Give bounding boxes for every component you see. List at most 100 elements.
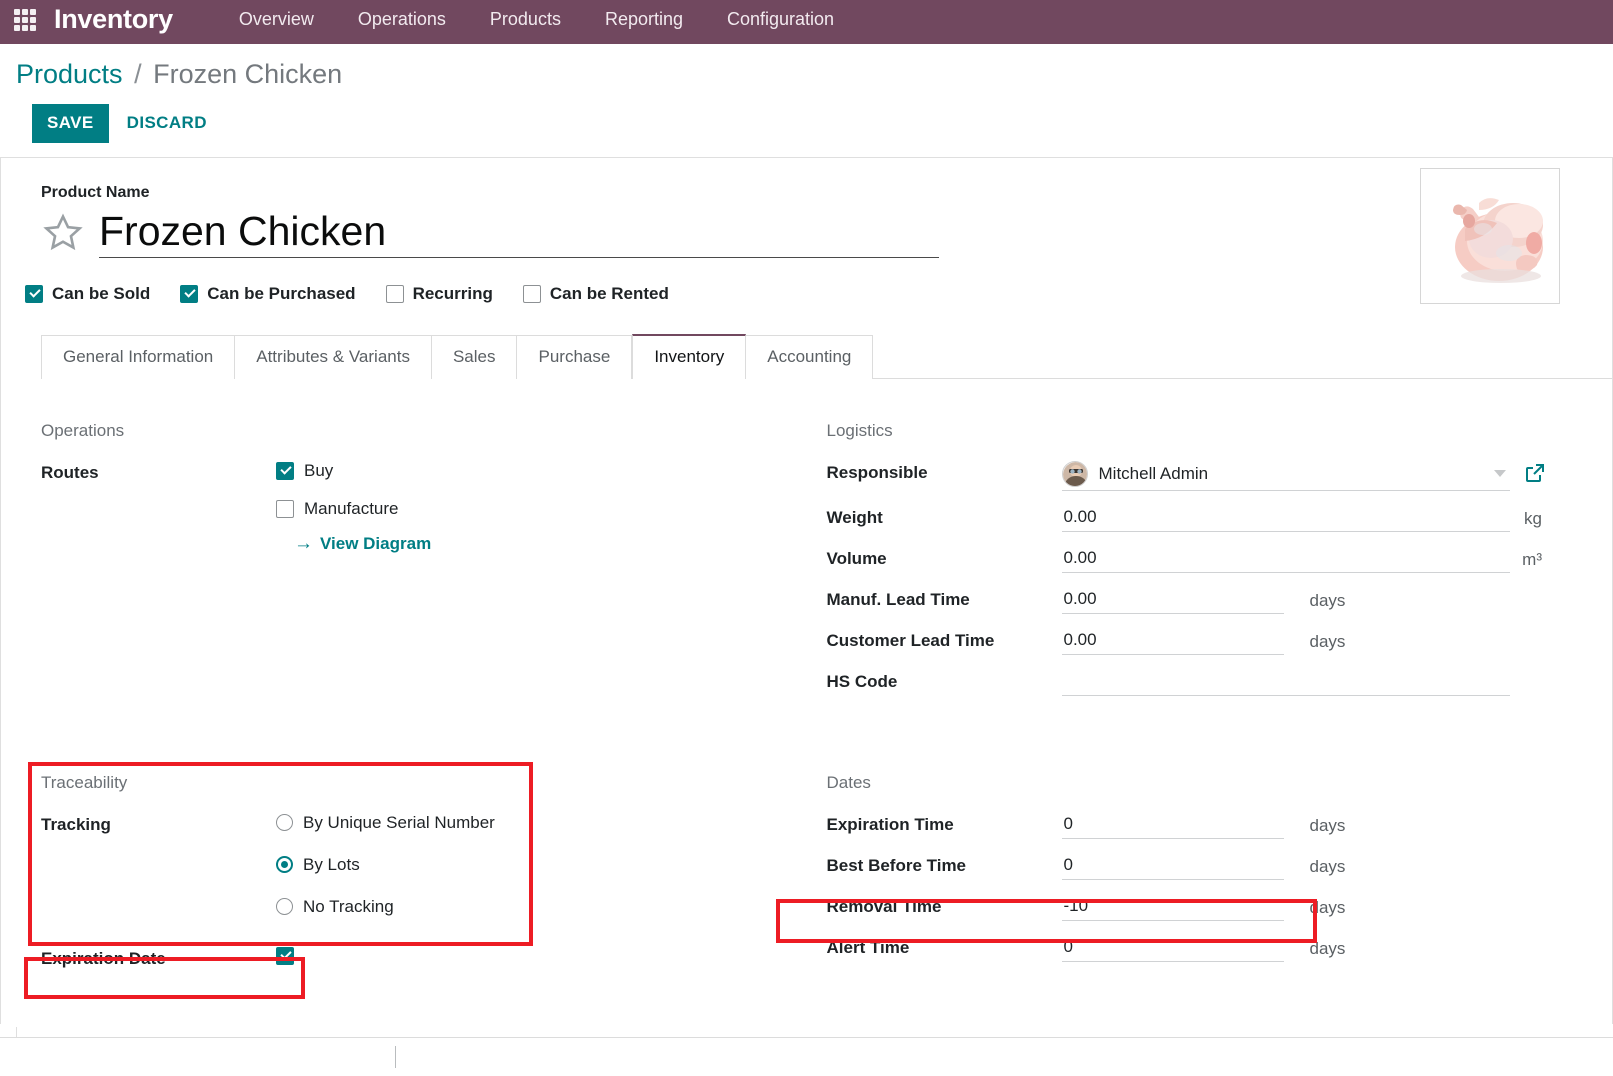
tracking-option-none[interactable]: No Tracking [276, 897, 807, 917]
apps-grid-icon[interactable] [14, 9, 36, 31]
checkbox-expiration-date[interactable] [276, 947, 294, 965]
star-outline-icon[interactable] [41, 212, 85, 254]
checkbox-route-manufacture[interactable] [276, 500, 294, 518]
removal-time-unit: days [1310, 898, 1346, 918]
tracking-label-none: No Tracking [303, 897, 394, 917]
best-before-time-label: Best Before Time [827, 854, 1062, 876]
hs-code-input[interactable] [1062, 670, 1510, 696]
weight-unit: kg [1524, 509, 1542, 529]
checkbox-can-be-sold[interactable] [25, 285, 43, 303]
flag-can-be-sold[interactable]: Can be Sold [25, 284, 150, 304]
route-buy[interactable]: Buy [276, 461, 777, 481]
manuf-lead-time-unit: days [1310, 591, 1346, 611]
best-before-time-unit: days [1310, 857, 1346, 877]
nav-item-reporting[interactable]: Reporting [583, 9, 705, 30]
responsible-value: Mitchell Admin [1099, 464, 1494, 484]
flag-label-can-be-sold: Can be Sold [52, 284, 150, 304]
manuf-lead-time-input[interactable] [1062, 588, 1284, 614]
checkbox-can-be-purchased[interactable] [180, 285, 198, 303]
app-brand-title[interactable]: Inventory [54, 4, 173, 35]
tab-general-information[interactable]: General Information [41, 335, 235, 379]
tab-inventory[interactable]: Inventory [632, 334, 746, 379]
record-action-bar: SAVE DISCARD [32, 104, 1613, 143]
hs-code-row: HS Code [827, 670, 1573, 696]
flag-can-be-rented[interactable]: Can be Rented [523, 284, 669, 304]
nav-item-overview[interactable]: Overview [217, 9, 336, 30]
weight-label: Weight [827, 506, 1062, 528]
customer-lead-time-unit: days [1310, 632, 1346, 652]
nav-item-configuration[interactable]: Configuration [705, 9, 856, 30]
product-image[interactable] [1420, 168, 1560, 304]
expiration-time-row: Expiration Time days [827, 813, 1573, 839]
flag-can-be-purchased[interactable]: Can be Purchased [180, 284, 355, 304]
nav-item-operations[interactable]: Operations [336, 9, 468, 30]
product-name-label: Product Name [41, 184, 1612, 202]
radio-no-tracking[interactable] [276, 898, 293, 915]
navbar-menu: Overview Operations Products Reporting C… [217, 9, 856, 30]
breadcrumb-link-products[interactable]: Products [16, 59, 123, 89]
removal-time-label: Removal Time [827, 895, 1062, 917]
responsible-field[interactable]: Mitchell Admin [1062, 461, 1510, 491]
flag-label-can-be-purchased: Can be Purchased [207, 284, 355, 304]
volume-label: Volume [827, 547, 1062, 569]
product-name-group: Product Name [1, 184, 1612, 258]
route-label-buy: Buy [304, 461, 333, 481]
external-link-icon[interactable] [1524, 462, 1546, 489]
logistics-group: Logistics Responsible [807, 421, 1573, 711]
expiration-time-label: Expiration Time [827, 813, 1062, 835]
tab-accounting[interactable]: Accounting [746, 335, 873, 379]
avatar [1062, 461, 1088, 487]
radio-by-lots[interactable] [276, 856, 293, 873]
checkbox-can-be-rented[interactable] [523, 285, 541, 303]
operations-group-title: Operations [41, 421, 807, 441]
tracking-label-lots: By Lots [303, 855, 360, 875]
removal-time-row: Removal Time days [827, 895, 1573, 921]
inventory-tab-upper: Operations Routes Buy Manufacture → View… [1, 421, 1612, 711]
view-diagram-link[interactable]: → View Diagram [294, 533, 431, 555]
tracking-option-lots[interactable]: By Lots [276, 855, 807, 875]
alert-time-input[interactable] [1062, 936, 1284, 962]
volume-unit: m³ [1522, 550, 1542, 570]
footer-divider-tick [395, 1046, 396, 1068]
alert-time-row: Alert Time days [827, 936, 1573, 962]
routes-row: Routes Buy Manufacture → View Diagram [41, 461, 807, 555]
expiration-time-unit: days [1310, 816, 1346, 836]
product-name-input[interactable] [99, 208, 939, 255]
discard-button[interactable]: DISCARD [109, 104, 225, 143]
nav-item-products[interactable]: Products [468, 9, 583, 30]
customer-lead-time-input[interactable] [1062, 629, 1284, 655]
removal-time-input[interactable] [1062, 895, 1284, 921]
tracking-radio-group: By Unique Serial Number By Lots No Track… [276, 813, 807, 917]
volume-row: Volume m³ [827, 547, 1573, 573]
inventory-tab-lower: Traceability Tracking By Unique Serial N… [1, 773, 1612, 984]
breadcrumb-bar: Products / Frozen Chicken SAVE DISCARD [0, 44, 1613, 143]
breadcrumb-current: Frozen Chicken [153, 59, 342, 89]
alert-time-label: Alert Time [827, 936, 1062, 958]
traceability-group: Traceability Tracking By Unique Serial N… [41, 773, 807, 984]
tab-purchase[interactable]: Purchase [517, 335, 632, 379]
routes-label: Routes [41, 461, 276, 483]
top-navbar: Inventory Overview Operations Products R… [0, 0, 1613, 44]
save-button[interactable]: SAVE [32, 104, 109, 143]
product-name-input-wrap [99, 208, 939, 258]
checkbox-recurring[interactable] [386, 285, 404, 303]
route-manufacture[interactable]: Manufacture [276, 499, 777, 519]
expiration-time-input[interactable] [1062, 813, 1284, 839]
responsible-label: Responsible [827, 461, 1062, 483]
tab-sales[interactable]: Sales [432, 335, 518, 379]
weight-input[interactable] [1062, 506, 1510, 532]
sheet-bottom-edge [16, 1027, 17, 1037]
operations-group: Operations Routes Buy Manufacture → View… [41, 421, 807, 711]
checkbox-route-buy[interactable] [276, 462, 294, 480]
product-flags-row: Can be Sold Can be Purchased Recurring C… [25, 284, 1612, 304]
arrow-right-icon: → [294, 533, 313, 555]
breadcrumb-separator: / [130, 59, 146, 89]
radio-by-unique-serial-number[interactable] [276, 814, 293, 831]
volume-input[interactable] [1062, 547, 1510, 573]
tracking-option-serial[interactable]: By Unique Serial Number [276, 813, 807, 833]
flag-label-recurring: Recurring [413, 284, 493, 304]
best-before-time-input[interactable] [1062, 854, 1284, 880]
tab-attributes-variants[interactable]: Attributes & Variants [235, 335, 432, 379]
chevron-down-icon[interactable] [1494, 470, 1506, 477]
flag-recurring[interactable]: Recurring [386, 284, 493, 304]
